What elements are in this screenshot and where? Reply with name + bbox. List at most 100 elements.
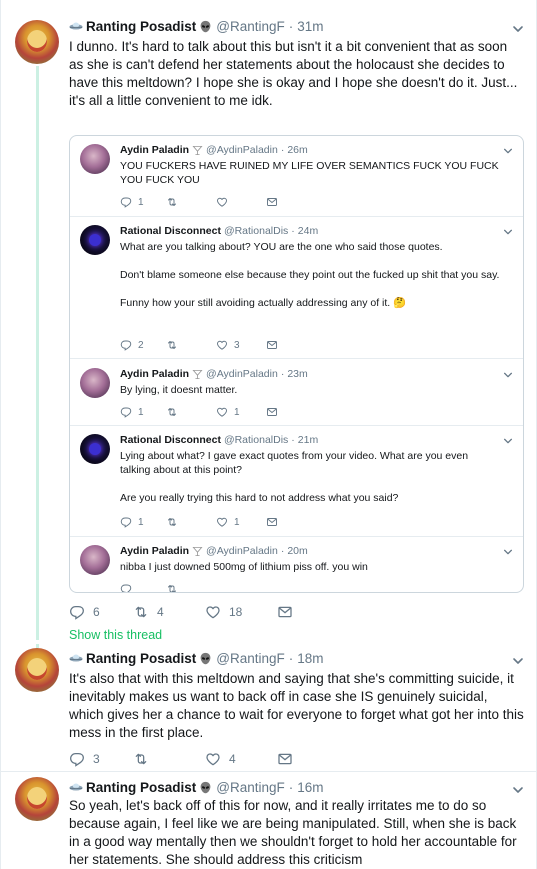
retweet-icon [133,751,149,767]
chevron-down-icon[interactable] [503,370,513,380]
retweet-button[interactable] [166,516,216,528]
separator: · [280,545,285,557]
username[interactable]: @RantingF [216,19,284,34]
reply-button[interactable]: 1 [120,196,166,208]
username[interactable]: @AydinPaladin [206,545,278,557]
like-count: 18 [229,605,243,619]
avatar[interactable] [80,434,110,464]
like-count: 3 [234,339,240,351]
retweet-count: 4 [157,605,164,619]
tweet-actions: 1 1 [120,516,278,528]
display-name[interactable]: Ranting Posadist [86,19,196,34]
like-button[interactable]: 4 [205,751,277,767]
chevron-down-icon[interactable] [512,655,524,667]
display-name[interactable]: Rational Disconnect [120,434,221,446]
reply-button[interactable]: 1 [120,406,166,418]
like-button[interactable]: 1 [216,406,266,418]
timestamp[interactable]: 21m [298,434,318,446]
timestamp[interactable]: 24m [298,225,318,237]
tweet-actions: 2 3 [120,339,278,351]
retweet-button[interactable] [166,339,216,351]
tweet-header: Ranting Posadist @RantingF · 18m [69,648,324,668]
username[interactable]: @AydinPaladin [206,368,278,380]
retweet-icon [166,196,178,208]
reply-button[interactable]: 6 [69,604,133,620]
username[interactable]: @AydinPaladin [206,144,278,156]
chevron-down-icon[interactable] [503,436,513,446]
tweet-paragraph: Are you really trying this hard to not a… [120,492,399,504]
embedded-thread[interactable]: Aydin Paladin @AydinPaladin · 26m YOU FU… [69,135,524,593]
display-name[interactable]: Ranting Posadist [86,651,196,666]
chevron-down-icon[interactable] [503,227,513,237]
avatar[interactable] [80,225,110,255]
direct-message-button[interactable] [266,196,278,208]
like-icon [205,604,221,620]
like-button[interactable] [216,196,266,208]
separator: · [291,434,295,446]
display-name[interactable]: Aydin Paladin [120,545,189,557]
chevron-down-icon[interactable] [512,23,524,35]
timestamp[interactable]: 16m [297,780,323,795]
timestamp[interactable]: 20m [287,545,307,557]
retweet-button[interactable]: 4 [133,604,205,620]
display-name[interactable]: Ranting Posadist [86,780,196,795]
separator: · [288,650,294,666]
ufo-icon [69,19,83,33]
direct-message-button[interactable] [266,516,278,528]
avatar[interactable] [15,20,59,64]
like-button[interactable]: 3 [216,339,266,351]
separator: · [291,225,295,237]
username[interactable]: @RationalDis [224,225,288,237]
display-name[interactable]: Aydin Paladin [120,144,189,156]
username[interactable]: @RantingF [216,651,284,666]
avatar[interactable] [80,545,110,575]
reply-button[interactable]: 3 [69,751,133,767]
timestamp[interactable]: 31m [297,19,323,34]
display-name[interactable]: Aydin Paladin [120,368,189,380]
alien-icon [199,781,212,794]
chevron-down-icon[interactable] [503,547,513,557]
like-button[interactable]: 1 [216,516,266,528]
direct-message-button[interactable] [266,406,278,418]
tweet-header: Aydin Paladin @AydinPaladin · 26m [120,144,308,156]
username[interactable]: @RationalDis [224,434,288,446]
tweet-actions: 3 4 [69,751,293,767]
direct-message-button[interactable] [266,339,278,351]
tweet-header: Aydin Paladin @AydinPaladin · 23m [120,368,308,380]
chevron-down-icon[interactable] [512,784,524,796]
like-icon [216,196,228,208]
retweet-icon [166,406,178,418]
divider [70,358,523,359]
divider [70,536,523,537]
retweet-button[interactable] [166,406,216,418]
avatar[interactable] [80,144,110,174]
alien-icon [199,20,212,33]
timestamp[interactable]: 26m [287,144,307,156]
timestamp[interactable]: 18m [297,651,323,666]
reply-count: 1 [138,406,144,418]
direct-message-button[interactable] [277,751,293,767]
avatar[interactable] [15,777,59,821]
separator: · [288,779,294,795]
like-button[interactable]: 18 [205,604,277,620]
tweet-paragraph: YOU FUCKERS HAVE RUINED MY LIFE OVER SEM… [120,160,499,186]
retweet-button[interactable] [133,751,205,767]
reply-button[interactable]: 2 [120,339,166,351]
timeline: Ranting Posadist @RantingF · 31m I dunno… [0,0,537,869]
message-icon [277,604,293,620]
show-thread-link[interactable]: Show this thread [69,628,162,642]
avatar[interactable] [80,368,110,398]
chevron-down-icon[interactable] [503,146,513,156]
avatar[interactable] [15,648,59,692]
tweet-header: Aydin Paladin @AydinPaladin · 20m [120,545,308,557]
direct-message-button[interactable] [277,604,293,620]
username[interactable]: @RantingF [216,780,284,795]
reply-button[interactable] [120,583,166,593]
retweet-button[interactable] [166,196,216,208]
retweet-icon [133,604,149,620]
timestamp[interactable]: 23m [287,368,307,380]
reply-button[interactable]: 1 [120,516,166,528]
retweet-button[interactable] [166,583,216,593]
divider [70,425,523,426]
display-name[interactable]: Rational Disconnect [120,225,221,237]
